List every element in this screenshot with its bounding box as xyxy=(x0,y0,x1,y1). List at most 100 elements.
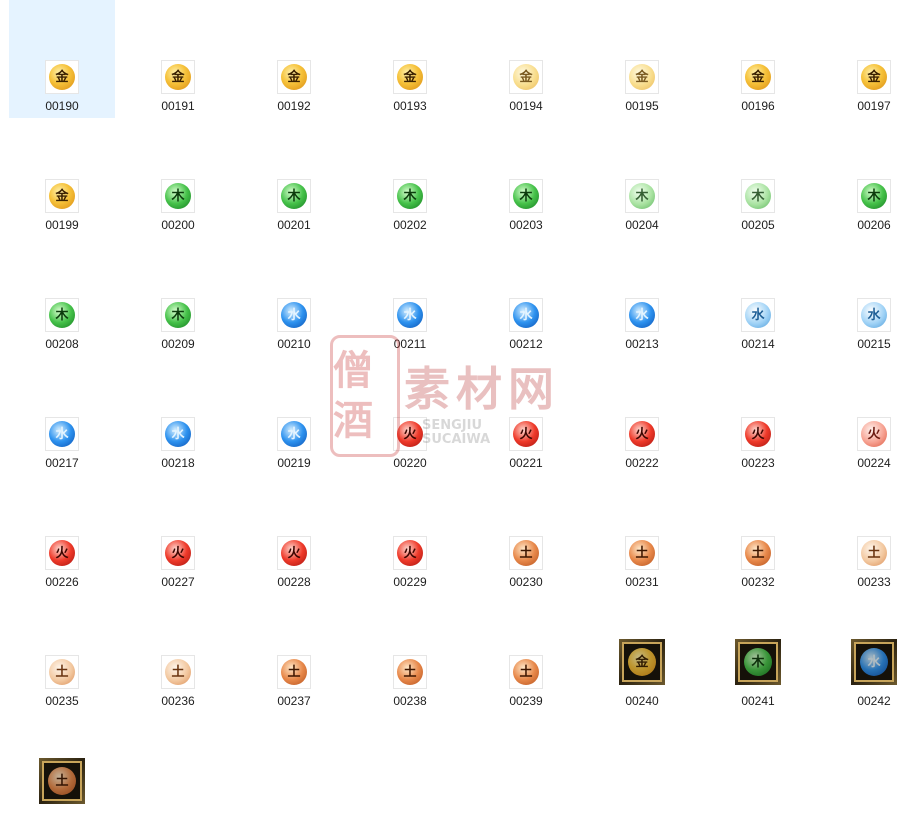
element-coin-icon: 土 xyxy=(513,540,539,566)
file-item-00238[interactable]: 土 00238 xyxy=(357,595,463,713)
file-item-00214[interactable]: 水 00214 xyxy=(705,238,811,356)
file-item-00191[interactable]: 金 00191 xyxy=(125,0,231,118)
file-item-00220[interactable]: 火 00220 xyxy=(357,357,463,475)
file-item-00201[interactable]: 木 00201 xyxy=(241,119,347,237)
file-item-00213[interactable]: 水 00213 xyxy=(589,238,695,356)
file-item-00194[interactable]: 金 00194 xyxy=(473,0,579,118)
file-name-label: 00199 xyxy=(45,218,79,232)
file-item-00232[interactable]: 土 00232 xyxy=(705,476,811,594)
file-thumbnail: 水 xyxy=(509,298,543,332)
element-coin-icon: 金 xyxy=(629,64,655,90)
element-coin-icon: 水 xyxy=(281,302,307,328)
file-item-00199[interactable]: 金 00199 xyxy=(9,119,115,237)
file-name-label: 00242 xyxy=(857,694,891,708)
element-coin-icon: 金 xyxy=(513,64,539,90)
file-thumbnail: 土 xyxy=(161,655,195,689)
file-item-00223[interactable]: 火 00223 xyxy=(705,357,811,475)
file-item-00208[interactable]: 木 00208 xyxy=(9,238,115,356)
file-name-label: 00213 xyxy=(625,337,659,351)
file-name-label: 00204 xyxy=(625,218,659,232)
file-item-00206[interactable]: 木 00206 xyxy=(821,119,909,237)
file-item-00219[interactable]: 水 00219 xyxy=(241,357,347,475)
element-coin-icon: 木 xyxy=(165,183,191,209)
file-name-label: 00206 xyxy=(857,218,891,232)
file-item-00242[interactable]: 水 00242 xyxy=(821,595,909,713)
file-item-00203[interactable]: 木 00203 xyxy=(473,119,579,237)
file-item-00229[interactable]: 火 00229 xyxy=(357,476,463,594)
file-item-00197[interactable]: 金 00197 xyxy=(821,0,909,118)
file-thumbnail: 金 xyxy=(45,179,79,213)
file-thumbnail: 水 xyxy=(277,417,311,451)
file-name-label: 00191 xyxy=(161,99,195,113)
file-item-00240[interactable]: 金 00240 xyxy=(589,595,695,713)
file-name-label: 00230 xyxy=(509,575,543,589)
file-name-label: 00226 xyxy=(45,575,79,589)
frame-inner: 水 xyxy=(854,642,894,682)
file-name-label: 00227 xyxy=(161,575,195,589)
element-coin-icon: 木 xyxy=(745,183,771,209)
file-item-00204[interactable]: 木 00204 xyxy=(589,119,695,237)
file-item-00222[interactable]: 火 00222 xyxy=(589,357,695,475)
element-coin-icon: 水 xyxy=(513,302,539,328)
file-item-00205[interactable]: 木 00205 xyxy=(705,119,811,237)
file-thumbnail: 木 xyxy=(735,639,781,685)
file-item-00226[interactable]: 火 00226 xyxy=(9,476,115,594)
file-thumbnail: 火 xyxy=(625,417,659,451)
file-item-00190[interactable]: 金 00190 xyxy=(9,0,115,118)
file-item-00237[interactable]: 土 00237 xyxy=(241,595,347,713)
file-item-00192[interactable]: 金 00192 xyxy=(241,0,347,118)
file-name-label: 00233 xyxy=(857,575,891,589)
element-coin-icon: 水 xyxy=(745,302,771,328)
file-item-00215[interactable]: 水 00215 xyxy=(821,238,909,356)
file-thumbnail: 木 xyxy=(393,179,427,213)
file-item-00241[interactable]: 木 00241 xyxy=(705,595,811,713)
file-thumbnail: 火 xyxy=(277,536,311,570)
file-thumbnail: 木 xyxy=(857,179,891,213)
element-coin-icon: 水 xyxy=(629,302,655,328)
file-item-00212[interactable]: 水 00212 xyxy=(473,238,579,356)
file-thumbnail: 金 xyxy=(741,60,775,94)
file-item-00193[interactable]: 金 00193 xyxy=(357,0,463,118)
file-thumbnail: 土 xyxy=(45,655,79,689)
file-thumbnail: 金 xyxy=(161,60,195,94)
file-item-00231[interactable]: 土 00231 xyxy=(589,476,695,594)
file-name-label: 00218 xyxy=(161,456,195,470)
file-thumbnail: 木 xyxy=(625,179,659,213)
file-item-00217[interactable]: 水 00217 xyxy=(9,357,115,475)
file-item-00221[interactable]: 火 00221 xyxy=(473,357,579,475)
file-item-00228[interactable]: 火 00228 xyxy=(241,476,347,594)
file-name-label: 00221 xyxy=(509,456,543,470)
element-coin-icon: 火 xyxy=(861,421,887,447)
file-name-label: 00190 xyxy=(45,99,79,113)
file-item-00233[interactable]: 土 00233 xyxy=(821,476,909,594)
file-item-00195[interactable]: 金 00195 xyxy=(589,0,695,118)
file-name-label: 00192 xyxy=(277,99,311,113)
file-name-label: 00212 xyxy=(509,337,543,351)
file-item-00200[interactable]: 木 00200 xyxy=(125,119,231,237)
element-coin-icon: 金 xyxy=(745,64,771,90)
file-item-unnamed[interactable]: 土 xyxy=(9,714,115,832)
file-item-00230[interactable]: 土 00230 xyxy=(473,476,579,594)
file-item-00236[interactable]: 土 00236 xyxy=(125,595,231,713)
element-coin-icon: 水 xyxy=(281,421,307,447)
file-thumbnail: 土 xyxy=(509,536,543,570)
file-thumbnail: 土 xyxy=(857,536,891,570)
file-thumbnail: 火 xyxy=(741,417,775,451)
file-name-label: 00232 xyxy=(741,575,775,589)
file-thumbnail: 水 xyxy=(161,417,195,451)
file-item-00224[interactable]: 火 00224 xyxy=(821,357,909,475)
file-item-00239[interactable]: 土 00239 xyxy=(473,595,579,713)
file-item-00209[interactable]: 木 00209 xyxy=(125,238,231,356)
file-item-00218[interactable]: 水 00218 xyxy=(125,357,231,475)
file-name-label: 00210 xyxy=(277,337,311,351)
element-coin-icon: 火 xyxy=(513,421,539,447)
element-coin-icon: 木 xyxy=(165,302,191,328)
file-item-00227[interactable]: 火 00227 xyxy=(125,476,231,594)
file-item-00211[interactable]: 水 00211 xyxy=(357,238,463,356)
file-item-00202[interactable]: 木 00202 xyxy=(357,119,463,237)
file-name-label: 00209 xyxy=(161,337,195,351)
file-thumbnail: 水 xyxy=(45,417,79,451)
file-item-00235[interactable]: 土 00235 xyxy=(9,595,115,713)
file-item-00210[interactable]: 水 00210 xyxy=(241,238,347,356)
file-item-00196[interactable]: 金 00196 xyxy=(705,0,811,118)
